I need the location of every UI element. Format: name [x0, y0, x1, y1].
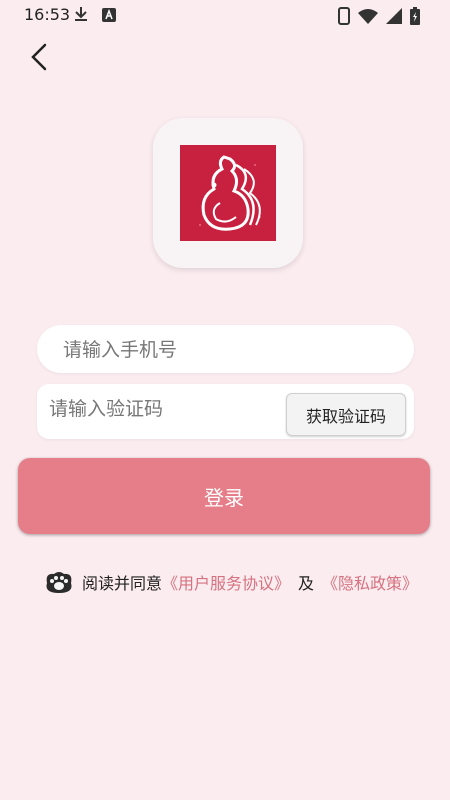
agreement-row: 阅读并同意 《用户服务协议》 及 《隐私政策》	[44, 565, 418, 599]
login-button[interactable]: 登录	[18, 458, 430, 534]
terms-link[interactable]: 《用户服务协议》	[162, 570, 290, 594]
calabash-logo-icon	[180, 145, 276, 241]
get-code-button[interactable]: 获取验证码	[286, 393, 406, 436]
verification-code-input[interactable]	[47, 380, 291, 437]
privacy-link[interactable]: 《隐私政策》	[322, 570, 418, 594]
wifi-icon	[358, 8, 378, 28]
phone-input[interactable]	[61, 325, 395, 375]
status-bar: 16:53	[0, 0, 450, 30]
agreement-and: 及	[298, 574, 315, 593]
app-logo	[153, 118, 303, 268]
phone-input-container	[37, 325, 414, 375]
agreement-prefix: 阅读并同意	[82, 574, 163, 593]
battery-icon	[410, 7, 420, 29]
paw-checkbox-icon[interactable]	[44, 569, 74, 595]
text-notification-icon	[102, 8, 116, 26]
download-icon	[74, 6, 88, 26]
status-time: 16:53	[24, 5, 71, 24]
signal-icon	[386, 8, 402, 28]
back-button[interactable]	[24, 40, 54, 74]
chevron-left-icon	[31, 43, 47, 71]
status-icons	[338, 7, 420, 29]
phone-icon	[338, 7, 350, 29]
